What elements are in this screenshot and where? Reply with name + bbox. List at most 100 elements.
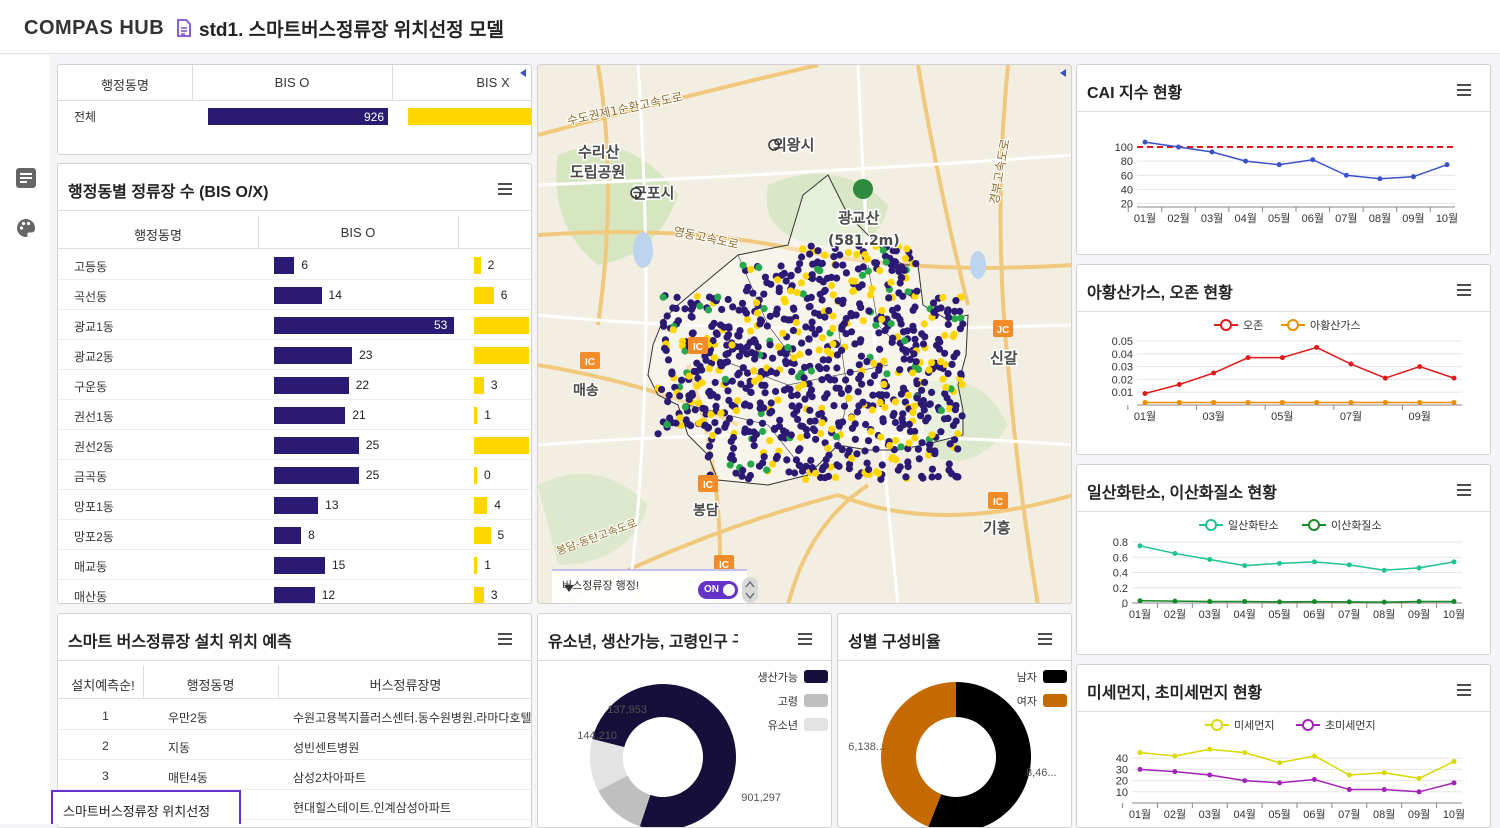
bus-stop-marker (909, 408, 917, 416)
bis-o-bar (274, 287, 322, 304)
bus-stop-marker (663, 421, 671, 429)
y-tick-label: 0.04 (1112, 349, 1133, 361)
bus-stop-marker (768, 407, 776, 415)
bus-stop-marker (910, 402, 918, 410)
bus-stop-marker (863, 358, 871, 366)
collapse-arrow-icon[interactable] (1060, 69, 1068, 77)
bis-o-value: 22 (355, 378, 370, 392)
bus-stop-marker (818, 419, 826, 427)
legend-marker (1211, 719, 1223, 731)
map-canvas[interactable]: 의왕시수리산도립공원군포시광교산(581.2m)매송신갈봉담기흥ICJCICIC… (538, 65, 1072, 604)
bus-stop-marker (825, 451, 833, 459)
table-row[interactable]: 구운동 22 3 (58, 370, 531, 400)
table-row[interactable]: 고등동 6 2 (58, 250, 531, 280)
data-point (1207, 772, 1213, 778)
bus-stop-marker (696, 302, 704, 310)
bus-stop-marker (747, 265, 755, 273)
table-row[interactable]: 권선2동 25 (58, 430, 531, 460)
data-point (1242, 778, 1248, 784)
column-header[interactable]: 버스정류장명 (278, 675, 531, 694)
palette-icon[interactable] (15, 217, 37, 239)
bus-stop-marker (937, 358, 945, 366)
table-row[interactable]: 금곡동 25 0 (58, 460, 531, 490)
table-row[interactable]: 망포1동 13 4 (58, 490, 531, 520)
report-icon[interactable] (15, 167, 37, 189)
bus-stop-marker (855, 361, 863, 369)
bus-stop-marker (743, 315, 752, 323)
dong-cell: 우만2동 (168, 711, 208, 725)
layer-toggle[interactable]: ON (698, 581, 738, 599)
dust-panel: 미세먼지, 초미세먼지 현황 10 20 30 40 01월 02월 03월 04월 05월 06… (1076, 664, 1491, 828)
bus-stop-marker (701, 421, 709, 429)
table-row[interactable]: 1 우만2동 수원고용복지플러스센터.동수원병원.라마다호텔 (58, 700, 531, 730)
data-point (1209, 149, 1215, 155)
column-header[interactable]: BIS X (468, 75, 518, 90)
bus-stop-marker (789, 326, 797, 335)
data-point (1314, 399, 1320, 405)
bus-stop-marker (951, 307, 959, 315)
bus-stop-marker (693, 359, 701, 367)
bis-o-value: 12 (321, 588, 336, 602)
bus-stop-marker (911, 335, 919, 343)
scroll-arrow-icon[interactable] (520, 69, 528, 77)
dong-name: 광교1동 (74, 320, 114, 334)
bus-stop-marker (863, 459, 871, 467)
bus-stop-marker (799, 290, 807, 298)
slice-value-label: 8,46... (1026, 767, 1057, 779)
bus-stop-marker (838, 325, 846, 333)
dong-name: 구운동 (74, 380, 108, 394)
bus-stop-marker (816, 267, 824, 275)
bus-stop-marker (830, 253, 838, 261)
data-point (1346, 562, 1352, 568)
bus-stop-marker (839, 296, 847, 304)
bus-stop-marker (806, 302, 814, 311)
footer-tab[interactable]: 스마트버스정류장 위치선정 (51, 790, 241, 824)
x-tick-label: 07월 (1335, 212, 1357, 225)
y-tick-label: 0.6 (1113, 552, 1128, 564)
x-tick-label: 06월 (1303, 608, 1325, 621)
bus-stop-marker (763, 322, 771, 330)
bus-stop-marker (706, 442, 714, 450)
bus-stop-marker (958, 412, 966, 420)
app-logo[interactable]: COMPAS HUB (24, 17, 164, 40)
up-down-icon (745, 580, 755, 600)
legend-scroll-handle[interactable] (742, 577, 758, 603)
bis-o-bar (274, 557, 325, 574)
legend-label: 남자 (1017, 671, 1037, 684)
table-row[interactable]: 2 지동 성빈센트병원 (58, 730, 531, 760)
bus-stop-marker (882, 258, 890, 266)
table-row[interactable]: 권선1동 21 1 (58, 400, 531, 430)
legend-marker (1302, 719, 1314, 731)
menu-icon[interactable] (497, 633, 513, 645)
bus-stop-marker (912, 358, 920, 366)
table-row[interactable]: 매산동 12 3 (58, 580, 531, 603)
column-header[interactable]: 행정동명 (143, 675, 278, 694)
bus-stop-marker (799, 422, 807, 431)
table-row[interactable]: 곡선동 14 6 (58, 280, 531, 310)
bus-stop-marker (944, 306, 952, 314)
map-panel[interactable]: 의왕시 수리산 도립공원 군포시 광교산 (581.2m) 매송 신갈 봉담 기흥 IC JC IC IC… (537, 64, 1072, 604)
bis-x-bar (474, 557, 478, 574)
bus-stop-marker (842, 314, 850, 323)
bus-stop-marker (775, 284, 783, 292)
data-point (1377, 176, 1383, 182)
bus-stop-marker (877, 433, 885, 441)
interchange-label: IC (703, 480, 713, 491)
column-header[interactable]: BIS O (258, 225, 458, 240)
table-row[interactable]: 3 매탄4동 삼성2차아파트 (58, 760, 531, 790)
table-row[interactable]: 매교동 15 1 (58, 550, 531, 580)
column-header[interactable]: 행정동명 (68, 75, 182, 94)
menu-icon[interactable] (497, 183, 513, 195)
column-header[interactable]: BIS O (192, 75, 392, 90)
column-header[interactable]: 행정동명 (58, 225, 258, 244)
legend-label: 일산화탄소 (1228, 518, 1279, 532)
x-tick-label: 10월 (1443, 608, 1465, 621)
legend-label: 미세먼지 (1234, 719, 1274, 732)
table-row[interactable]: 망포2동 8 5 (58, 520, 531, 550)
top-bar: COMPAS HUB std1. 스마트버스정류장 위치선정 모델 (0, 0, 1500, 54)
data-point (1211, 370, 1217, 376)
column-header[interactable]: 설치예측순! (68, 675, 138, 694)
table-row[interactable]: 광교1동 53 (58, 310, 531, 340)
bis-x-bar (474, 527, 491, 544)
table-row[interactable]: 광교2동 23 (58, 340, 531, 370)
